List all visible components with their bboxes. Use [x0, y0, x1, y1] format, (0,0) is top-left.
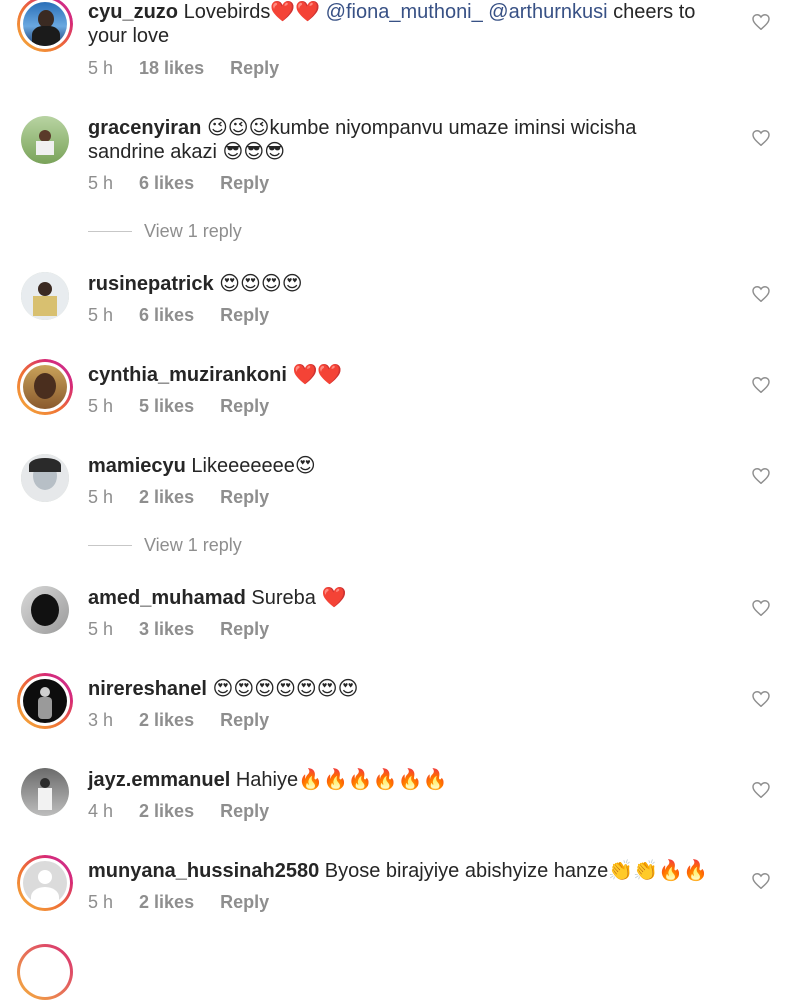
avatar[interactable] [21, 586, 69, 634]
comment-body: Byose birajyiye abishyize hanze [324, 860, 609, 882]
view-replies-button[interactable]: View 1 reply [88, 221, 242, 242]
heart-outline-icon[interactable] [752, 873, 770, 889]
comment-username[interactable]: nirereshanel [88, 678, 207, 700]
emoji-cool: 😎😎😎 [222, 141, 286, 163]
view-replies-button[interactable]: View 1 reply [88, 535, 242, 556]
comment-text: munyana_hussinah2580 Byose birajyiye abi… [88, 859, 717, 883]
emoji-heart-eyes: 😍😍😍😍😍😍😍 [212, 678, 359, 700]
comment-likes[interactable]: 2 likes [139, 710, 194, 731]
heart-outline-icon[interactable] [752, 286, 770, 302]
comment-meta: 3 h 2 likes Reply [88, 710, 269, 731]
comment-likes[interactable]: 6 likes [139, 305, 194, 326]
reply-button[interactable]: Reply [220, 173, 269, 194]
comment-likes[interactable]: 2 likes [139, 487, 194, 508]
emoji-hearts: ❤️❤️ [270, 1, 321, 23]
heart-outline-icon[interactable] [752, 468, 770, 484]
comment-text: gracenyiran 😉😉😉kumbe niyompanvu umaze im… [88, 116, 717, 164]
avatar[interactable] [21, 454, 69, 502]
avatar[interactable] [21, 272, 69, 320]
comment-username[interactable]: munyana_hussinah2580 [88, 860, 319, 882]
comment-time: 5 h [88, 892, 114, 912]
emoji-hearts: ❤️❤️ [292, 364, 343, 386]
comment-meta: 5 h 3 likes Reply [88, 619, 269, 640]
mention-link[interactable]: @fiona_muthoni_ @arthurnkusi [320, 1, 608, 23]
comment-meta: 5 h 6 likes Reply [88, 173, 269, 194]
view-replies-label: View 1 reply [144, 535, 242, 555]
comment-meta: 5 h 5 likes Reply [88, 396, 269, 417]
comment-meta: 5 h 2 likes Reply [88, 892, 269, 913]
emoji-clap-fire: 👏👏🔥🔥 [608, 860, 708, 882]
emoji-heart-eyes: 😍😍😍😍 [219, 273, 303, 295]
comment-time: 5 h [88, 487, 114, 507]
heart-outline-icon[interactable] [752, 782, 770, 798]
comment-body: Lovebirds [183, 1, 271, 23]
comment-username[interactable]: amed_muhamad [88, 587, 246, 609]
reply-button[interactable]: Reply [220, 892, 269, 913]
comment-likes[interactable]: 18 likes [139, 58, 204, 79]
comment-meta: 5 h 2 likes Reply [88, 487, 269, 508]
comment-username[interactable]: cynthia_muzirankoni [88, 364, 287, 386]
avatar-partial[interactable] [17, 944, 73, 1000]
comment-text: amed_muhamad Sureba ❤️ [88, 586, 717, 610]
comment-meta: 5 h 6 likes Reply [88, 305, 269, 326]
reply-button[interactable]: Reply [220, 396, 269, 417]
comment-time: 5 h [88, 173, 114, 193]
comment-text: nirereshanel 😍😍😍😍😍😍😍 [88, 677, 717, 701]
comment-time: 4 h [88, 801, 114, 821]
comment-text: mamiecyu Likeeeeeee😍 [88, 454, 717, 478]
emoji-wink: 😉😉😉 [206, 117, 270, 139]
emoji-fire: 🔥🔥🔥🔥🔥🔥 [298, 769, 448, 791]
avatar[interactable] [17, 359, 73, 415]
heart-outline-icon[interactable] [752, 377, 770, 393]
divider-line [88, 545, 132, 546]
avatar[interactable] [17, 673, 73, 729]
emoji-heart: ❤️ [321, 587, 347, 609]
comment-username[interactable]: rusinepatrick [88, 273, 214, 295]
comment-text: rusinepatrick 😍😍😍😍 [88, 272, 717, 296]
reply-button[interactable]: Reply [220, 305, 269, 326]
comment-username[interactable]: jayz.emmanuel [88, 769, 230, 791]
heart-outline-icon[interactable] [752, 130, 770, 146]
comment-time: 3 h [88, 710, 114, 730]
divider-line [88, 231, 132, 232]
reply-button[interactable]: Reply [230, 58, 279, 79]
comment-likes[interactable]: 2 likes [139, 892, 194, 913]
comment-username[interactable]: gracenyiran [88, 117, 201, 139]
avatar[interactable] [21, 116, 69, 164]
reply-button[interactable]: Reply [220, 619, 269, 640]
comment-time: 5 h [88, 305, 114, 325]
comment-body: Hahiye [235, 769, 299, 791]
emoji-heart-eyes: 😍 [294, 455, 316, 477]
comment-body: Likeeeeeee [191, 455, 295, 477]
comment-time: 5 h [88, 396, 114, 416]
comment-username[interactable]: mamiecyu [88, 455, 186, 477]
comment-text: cynthia_muzirankoni ❤️❤️ [88, 363, 717, 387]
avatar[interactable] [17, 855, 73, 911]
comment-time: 5 h [88, 58, 114, 78]
heart-outline-icon[interactable] [752, 600, 770, 616]
comment-body: Sureba [251, 587, 322, 609]
comment-username[interactable]: cyu_zuzo [88, 1, 178, 23]
comment-likes[interactable]: 3 likes [139, 619, 194, 640]
comment-likes[interactable]: 2 likes [139, 801, 194, 822]
comment-text: cyu_zuzo Lovebirds❤️❤️ @fiona_muthoni_ @… [88, 0, 717, 48]
avatar[interactable] [17, 0, 73, 52]
comment-likes[interactable]: 6 likes [139, 173, 194, 194]
view-replies-label: View 1 reply [144, 221, 242, 241]
heart-outline-icon[interactable] [752, 691, 770, 707]
avatar[interactable] [21, 768, 69, 816]
comment-likes[interactable]: 5 likes [139, 396, 194, 417]
comment-time: 5 h [88, 619, 114, 639]
reply-button[interactable]: Reply [220, 801, 269, 822]
comment-text: jayz.emmanuel Hahiye🔥🔥🔥🔥🔥🔥 [88, 768, 717, 792]
reply-button[interactable]: Reply [220, 487, 269, 508]
heart-outline-icon[interactable] [752, 14, 770, 30]
reply-button[interactable]: Reply [220, 710, 269, 731]
comment-meta: 5 h 18 likes Reply [88, 58, 279, 79]
comment-meta: 4 h 2 likes Reply [88, 801, 269, 822]
